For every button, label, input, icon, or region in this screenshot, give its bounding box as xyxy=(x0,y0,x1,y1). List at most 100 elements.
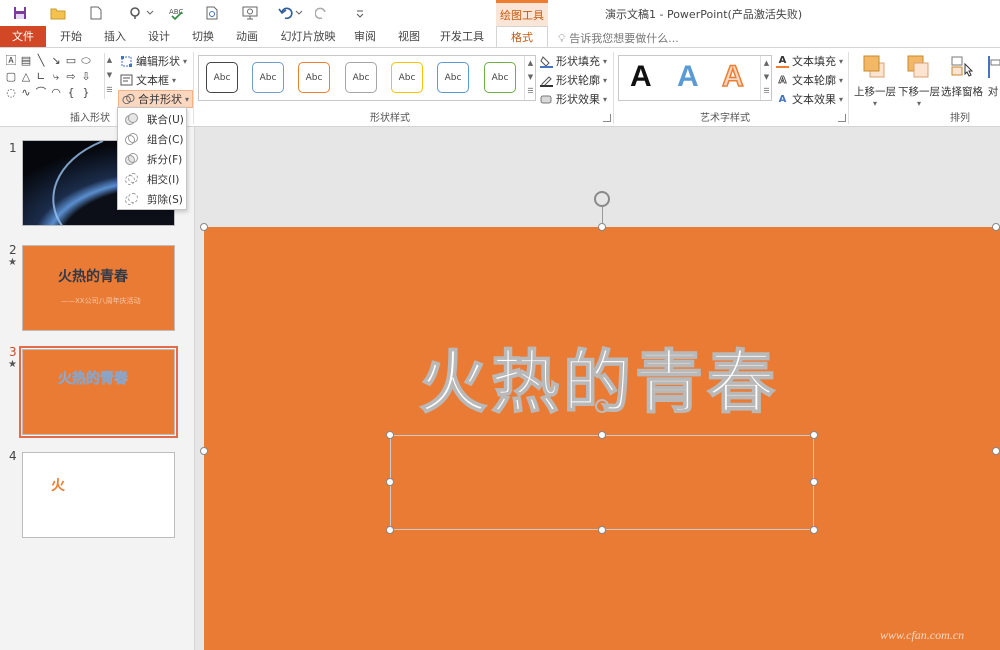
resize-handle[interactable] xyxy=(386,478,394,486)
print-preview-icon[interactable] xyxy=(202,3,222,23)
redo-icon[interactable] xyxy=(312,3,332,23)
merge-shapes-icon xyxy=(122,93,135,106)
tab-review[interactable]: 审阅 xyxy=(346,26,384,48)
edit-shape-button[interactable]: 编辑形状 ▾ xyxy=(120,52,187,70)
align-button[interactable]: 对 xyxy=(986,54,1000,99)
arrange-group-label: 排列 xyxy=(950,113,970,124)
line-shape-icon[interactable]: ╲ xyxy=(34,53,48,68)
tell-me-box[interactable]: 💡︎ 告诉我您想要做什么... xyxy=(558,30,679,46)
resize-handle[interactable] xyxy=(200,223,208,231)
tab-transitions[interactable]: 切换 xyxy=(184,26,222,48)
wave-shape-icon[interactable]: ◠ xyxy=(49,85,63,100)
tab-animations[interactable]: 动画 xyxy=(228,26,266,48)
customize-quick-access-icon[interactable] xyxy=(350,3,370,23)
rounded-rectangle-shape-icon[interactable]: ▢ xyxy=(4,69,18,84)
text-fill-button[interactable]: A 文本填充 ▾ xyxy=(776,52,843,70)
rectangle-shape-icon[interactable]: ▭ xyxy=(64,53,78,68)
triangle-shape-icon[interactable]: △ xyxy=(19,69,33,84)
shape-fill-label: 形状填充 xyxy=(556,55,600,68)
down-arrow-shape-icon[interactable]: ⇩ xyxy=(79,69,93,84)
save-icon[interactable] xyxy=(10,3,30,23)
text-box-shape-icon[interactable]: 🄰 xyxy=(4,53,18,68)
text-effects-label: 文本效果 xyxy=(792,93,836,106)
tab-insert[interactable]: 插入 xyxy=(96,26,134,48)
slide-thumbnail-3[interactable]: 火热的青春 xyxy=(19,346,178,438)
rotate-handle-icon[interactable] xyxy=(594,191,610,207)
right-arrow-shape-icon[interactable]: ⇨ xyxy=(64,69,78,84)
tab-home[interactable]: 开始 xyxy=(52,26,90,48)
slide-thumbnail-4[interactable]: 火 xyxy=(22,452,175,538)
spelling-check-icon[interactable]: ABC xyxy=(166,3,186,23)
merge-intersect-item[interactable]: 相交(I) xyxy=(118,169,186,189)
resize-handle[interactable] xyxy=(810,431,818,439)
shapes-gallery-scroll[interactable]: ▲ ▼ ☰ xyxy=(104,53,114,99)
right-brace-shape-icon[interactable]: } xyxy=(79,85,93,100)
bring-forward-button[interactable]: 上移一层 ▾ xyxy=(852,54,898,108)
elbow-connector-shape-icon[interactable]: ⤷ xyxy=(49,69,63,84)
shape-style-preset-3[interactable]: Abc xyxy=(298,62,330,93)
selection-pane-button[interactable]: 选择窗格 xyxy=(940,54,984,99)
tab-slideshow[interactable]: 幻灯片放映 xyxy=(276,26,340,48)
shape-style-preset-1[interactable]: Abc xyxy=(206,62,238,93)
wordart-dialog-launcher[interactable] xyxy=(838,114,846,122)
wordart-scroll[interactable]: ▲ ▼ ☰ xyxy=(760,56,772,100)
shape-style-preset-2[interactable]: Abc xyxy=(252,62,284,93)
resize-handle[interactable] xyxy=(598,526,606,534)
resize-handle[interactable] xyxy=(810,526,818,534)
slideshow-from-beginning-icon[interactable] xyxy=(240,3,260,23)
shape-style-preset-4[interactable]: Abc xyxy=(345,62,377,93)
resize-handle[interactable] xyxy=(810,478,818,486)
new-document-icon[interactable] xyxy=(86,3,106,23)
shape-style-preset-7[interactable]: Abc xyxy=(484,62,516,93)
tab-developer[interactable]: 开发工具 xyxy=(436,26,488,48)
left-brace-shape-icon[interactable]: { xyxy=(64,85,78,100)
shapes-gallery[interactable]: 🄰 ▤ ╲ ↘ ▭ ⬭ ▢ △ ∟ ⤷ ⇨ ⇩ ◌ ∿ ⌒ ◠ { } xyxy=(4,53,114,101)
oval-shape-icon[interactable]: ⬭ xyxy=(79,53,93,68)
send-backward-button[interactable]: 下移一层 ▾ xyxy=(898,54,940,108)
rotate-handle-icon[interactable] xyxy=(595,399,609,413)
text-outline-button[interactable]: A 文本轮廓 ▾ xyxy=(776,71,843,89)
text-box-button[interactable]: 文本框 ▾ xyxy=(120,71,176,89)
current-slide[interactable]: 火热的青春 xyxy=(204,227,1000,650)
slide-thumbnail-2[interactable]: 火热的青春 ——XX公司八周年庆活动 xyxy=(22,245,175,331)
resize-handle[interactable] xyxy=(598,431,606,439)
curve-shape-icon[interactable]: ∿ xyxy=(19,85,33,100)
open-folder-icon[interactable] xyxy=(48,3,68,23)
resize-handle[interactable] xyxy=(386,526,394,534)
resize-handle[interactable] xyxy=(386,431,394,439)
resize-handle[interactable] xyxy=(598,223,606,231)
resize-handle[interactable] xyxy=(200,447,208,455)
resize-handle[interactable] xyxy=(992,447,1000,455)
bring-forward-icon xyxy=(861,54,889,80)
text-effects-button[interactable]: A 文本效果 ▾ xyxy=(776,90,843,108)
touch-mode-icon[interactable] xyxy=(124,3,158,23)
wordart-preset-3[interactable]: A xyxy=(721,59,744,94)
right-angle-line-shape-icon[interactable]: ∟ xyxy=(34,69,48,84)
shape-styles-scroll[interactable]: ▲ ▼ ☰ xyxy=(524,56,536,100)
merge-subtract-item[interactable]: 剪除(S) xyxy=(118,189,186,209)
merge-combine-item[interactable]: 组合(C) xyxy=(118,129,186,149)
tab-file[interactable]: 文件 xyxy=(0,26,46,48)
shape-style-preset-5[interactable]: Abc xyxy=(391,62,423,93)
arc-shape-icon[interactable]: ⌒ xyxy=(34,85,48,100)
tab-format[interactable]: 格式 xyxy=(496,26,548,49)
vertical-text-box-shape-icon[interactable]: ▤ xyxy=(19,53,33,68)
tab-design[interactable]: 设计 xyxy=(140,26,178,48)
shape-effects-button[interactable]: 形状效果 ▾ xyxy=(540,90,607,108)
resize-handle[interactable] xyxy=(992,223,1000,231)
shape-outline-button[interactable]: 形状轮廓 ▾ xyxy=(540,71,607,89)
merge-shapes-button[interactable]: 合并形状 ▾ xyxy=(118,90,194,108)
union-icon xyxy=(124,112,139,127)
wordart-preset-2[interactable]: A xyxy=(677,60,699,94)
tab-view[interactable]: 视图 xyxy=(390,26,428,48)
shape-styles-dialog-launcher[interactable] xyxy=(603,114,611,122)
wordart-preset-1[interactable]: A xyxy=(630,60,652,94)
undo-icon[interactable] xyxy=(276,3,306,23)
shape-fill-button[interactable]: 形状填充 ▾ xyxy=(540,52,607,70)
shape-style-preset-6[interactable]: Abc xyxy=(437,62,469,93)
merge-union-item[interactable]: 联合(U) xyxy=(118,109,186,129)
merge-fragment-item[interactable]: 拆分(F) xyxy=(118,149,186,169)
arrow-line-shape-icon[interactable]: ↘ xyxy=(49,53,63,68)
freeform-shape-icon[interactable]: ◌ xyxy=(4,85,18,100)
subtitle-placeholder[interactable] xyxy=(390,435,814,530)
